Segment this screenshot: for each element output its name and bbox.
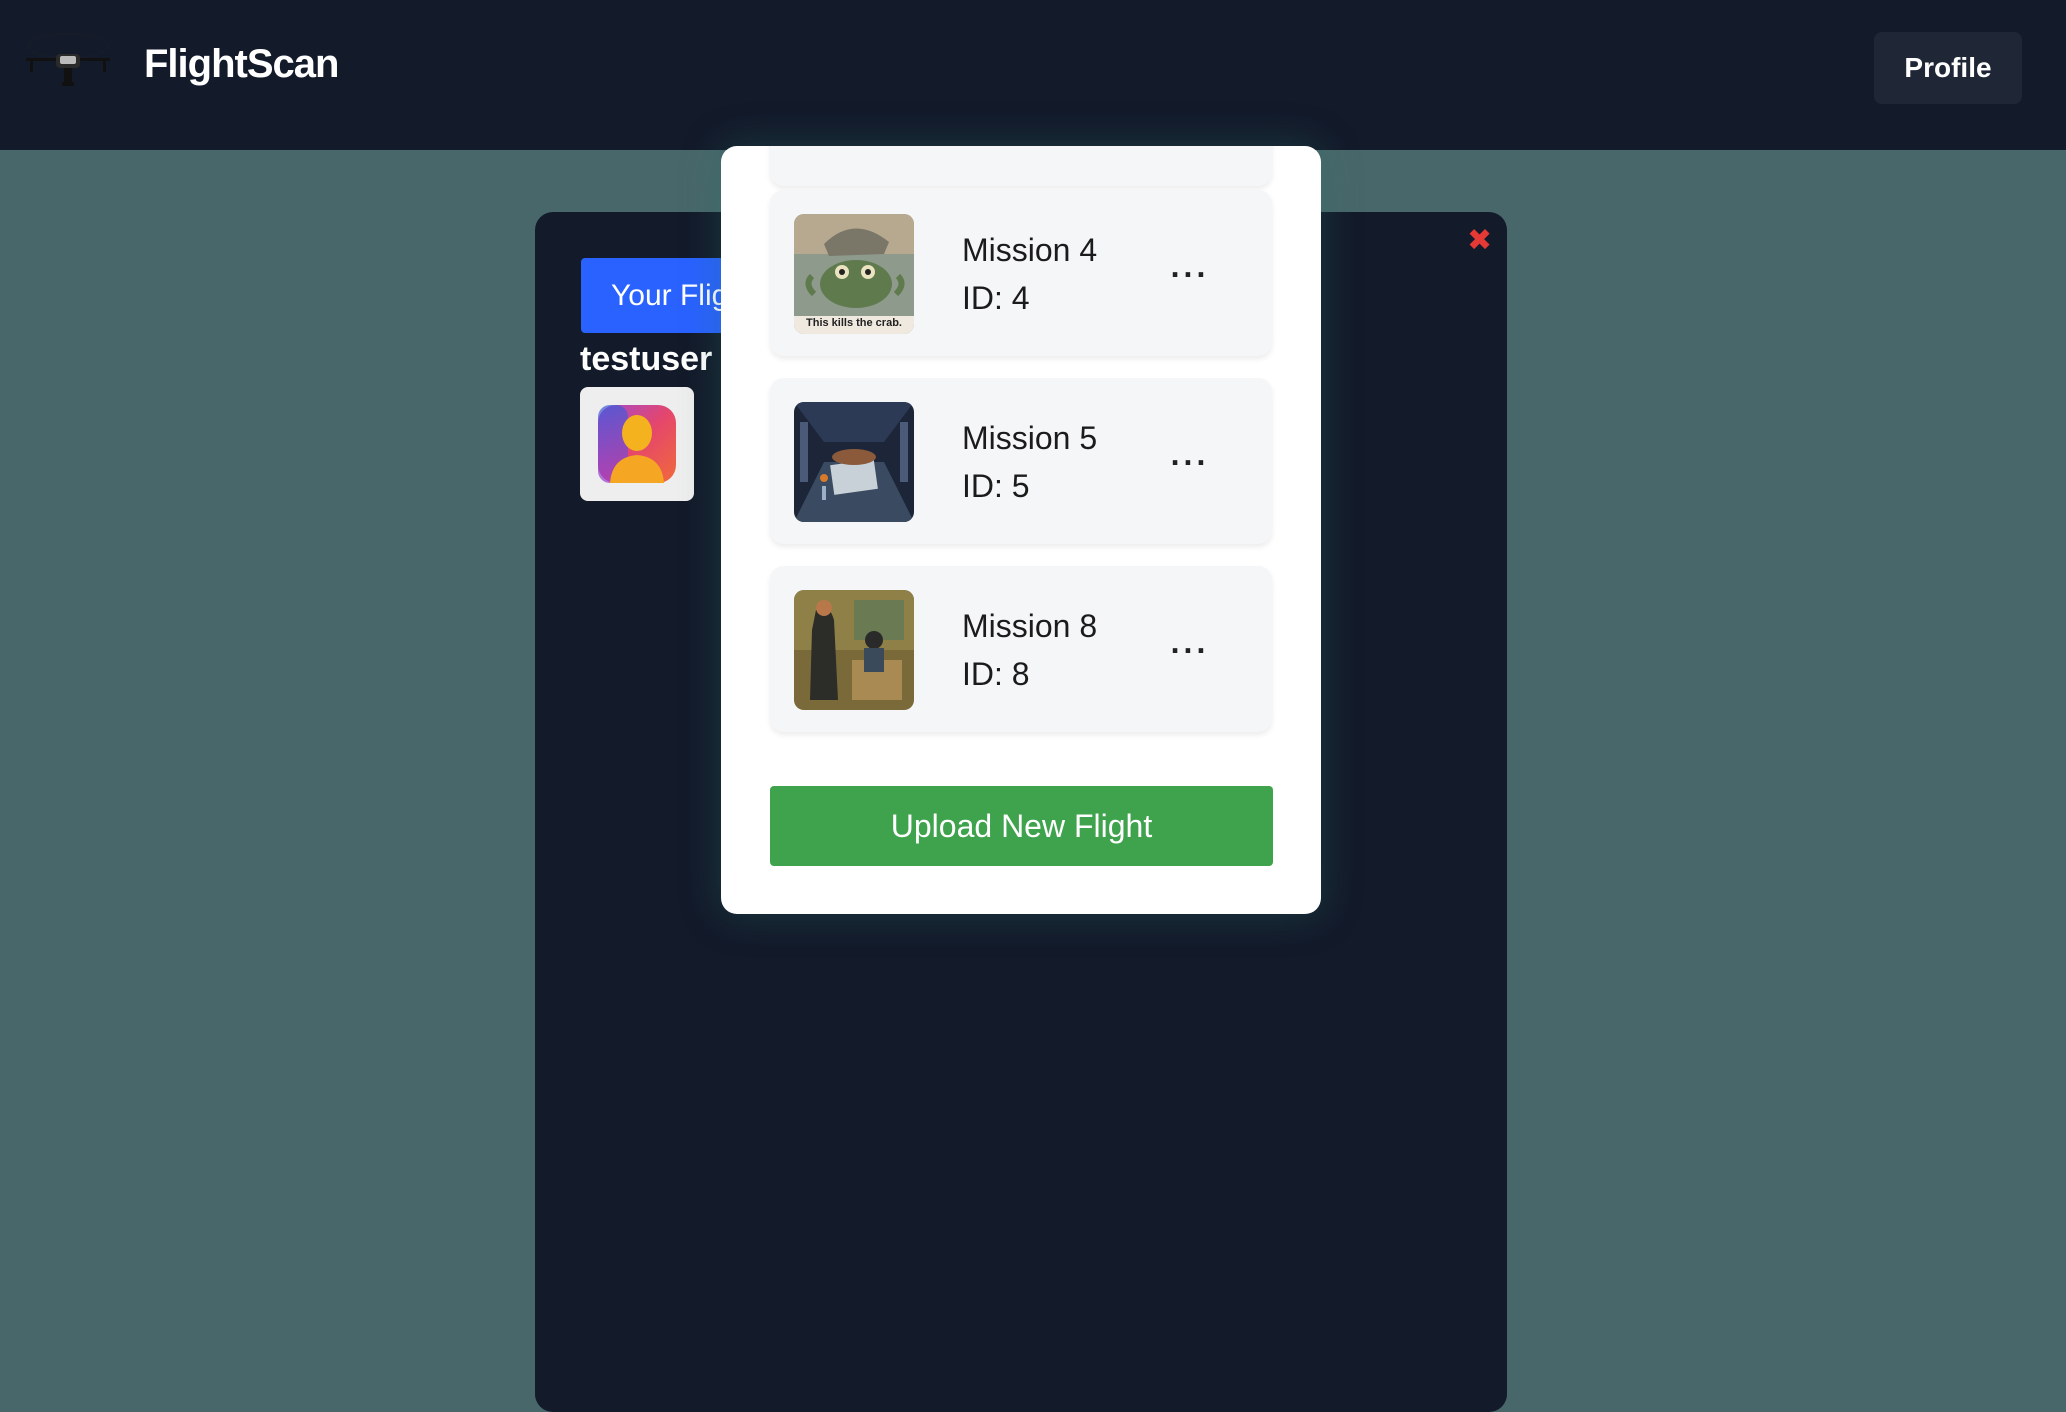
more-options-icon[interactable]: ... [1162, 434, 1218, 474]
avatar[interactable] [580, 387, 694, 501]
mission-card[interactable]: Mission 5 ID: 5 ... [770, 378, 1272, 544]
mission-card[interactable]: This kills the crab. Mission 4 ID: 4 ... [770, 190, 1272, 356]
more-options-icon[interactable]: ... [1162, 622, 1218, 662]
mission-card[interactable]: Mission 8 ID: 8 ... [770, 566, 1272, 732]
top-navbar: FlightScan Profile [0, 0, 2066, 150]
thumbnail-caption: This kills the crab. [806, 317, 902, 329]
profile-button[interactable]: Profile [1874, 32, 2022, 104]
user-avatar-icon [598, 405, 676, 483]
mission-title: Mission 4 [962, 232, 1098, 268]
close-icon[interactable]: ✖ [1467, 226, 1493, 256]
mission-title: Mission 8 [962, 608, 1098, 644]
mission-thumbnail: This kills the crab. [794, 214, 914, 334]
mission-thumbnail [794, 402, 914, 522]
mission-card-partial[interactable] [770, 146, 1272, 186]
mission-id: ID: 4 [962, 280, 1030, 316]
more-options-icon[interactable]: ... [1162, 246, 1218, 286]
username-label: testuser [580, 340, 713, 378]
drone-logo-icon[interactable] [22, 26, 114, 96]
flights-modal: This kills the crab. Mission 4 ID: 4 ...… [721, 146, 1321, 914]
brand-name[interactable]: FlightScan [144, 42, 339, 87]
mission-title: Mission 5 [962, 420, 1098, 456]
mission-id: ID: 8 [962, 656, 1030, 692]
upload-new-flight-button[interactable]: Upload New Flight [770, 786, 1273, 866]
mission-thumbnail [794, 590, 914, 710]
mission-id: ID: 5 [962, 468, 1030, 504]
